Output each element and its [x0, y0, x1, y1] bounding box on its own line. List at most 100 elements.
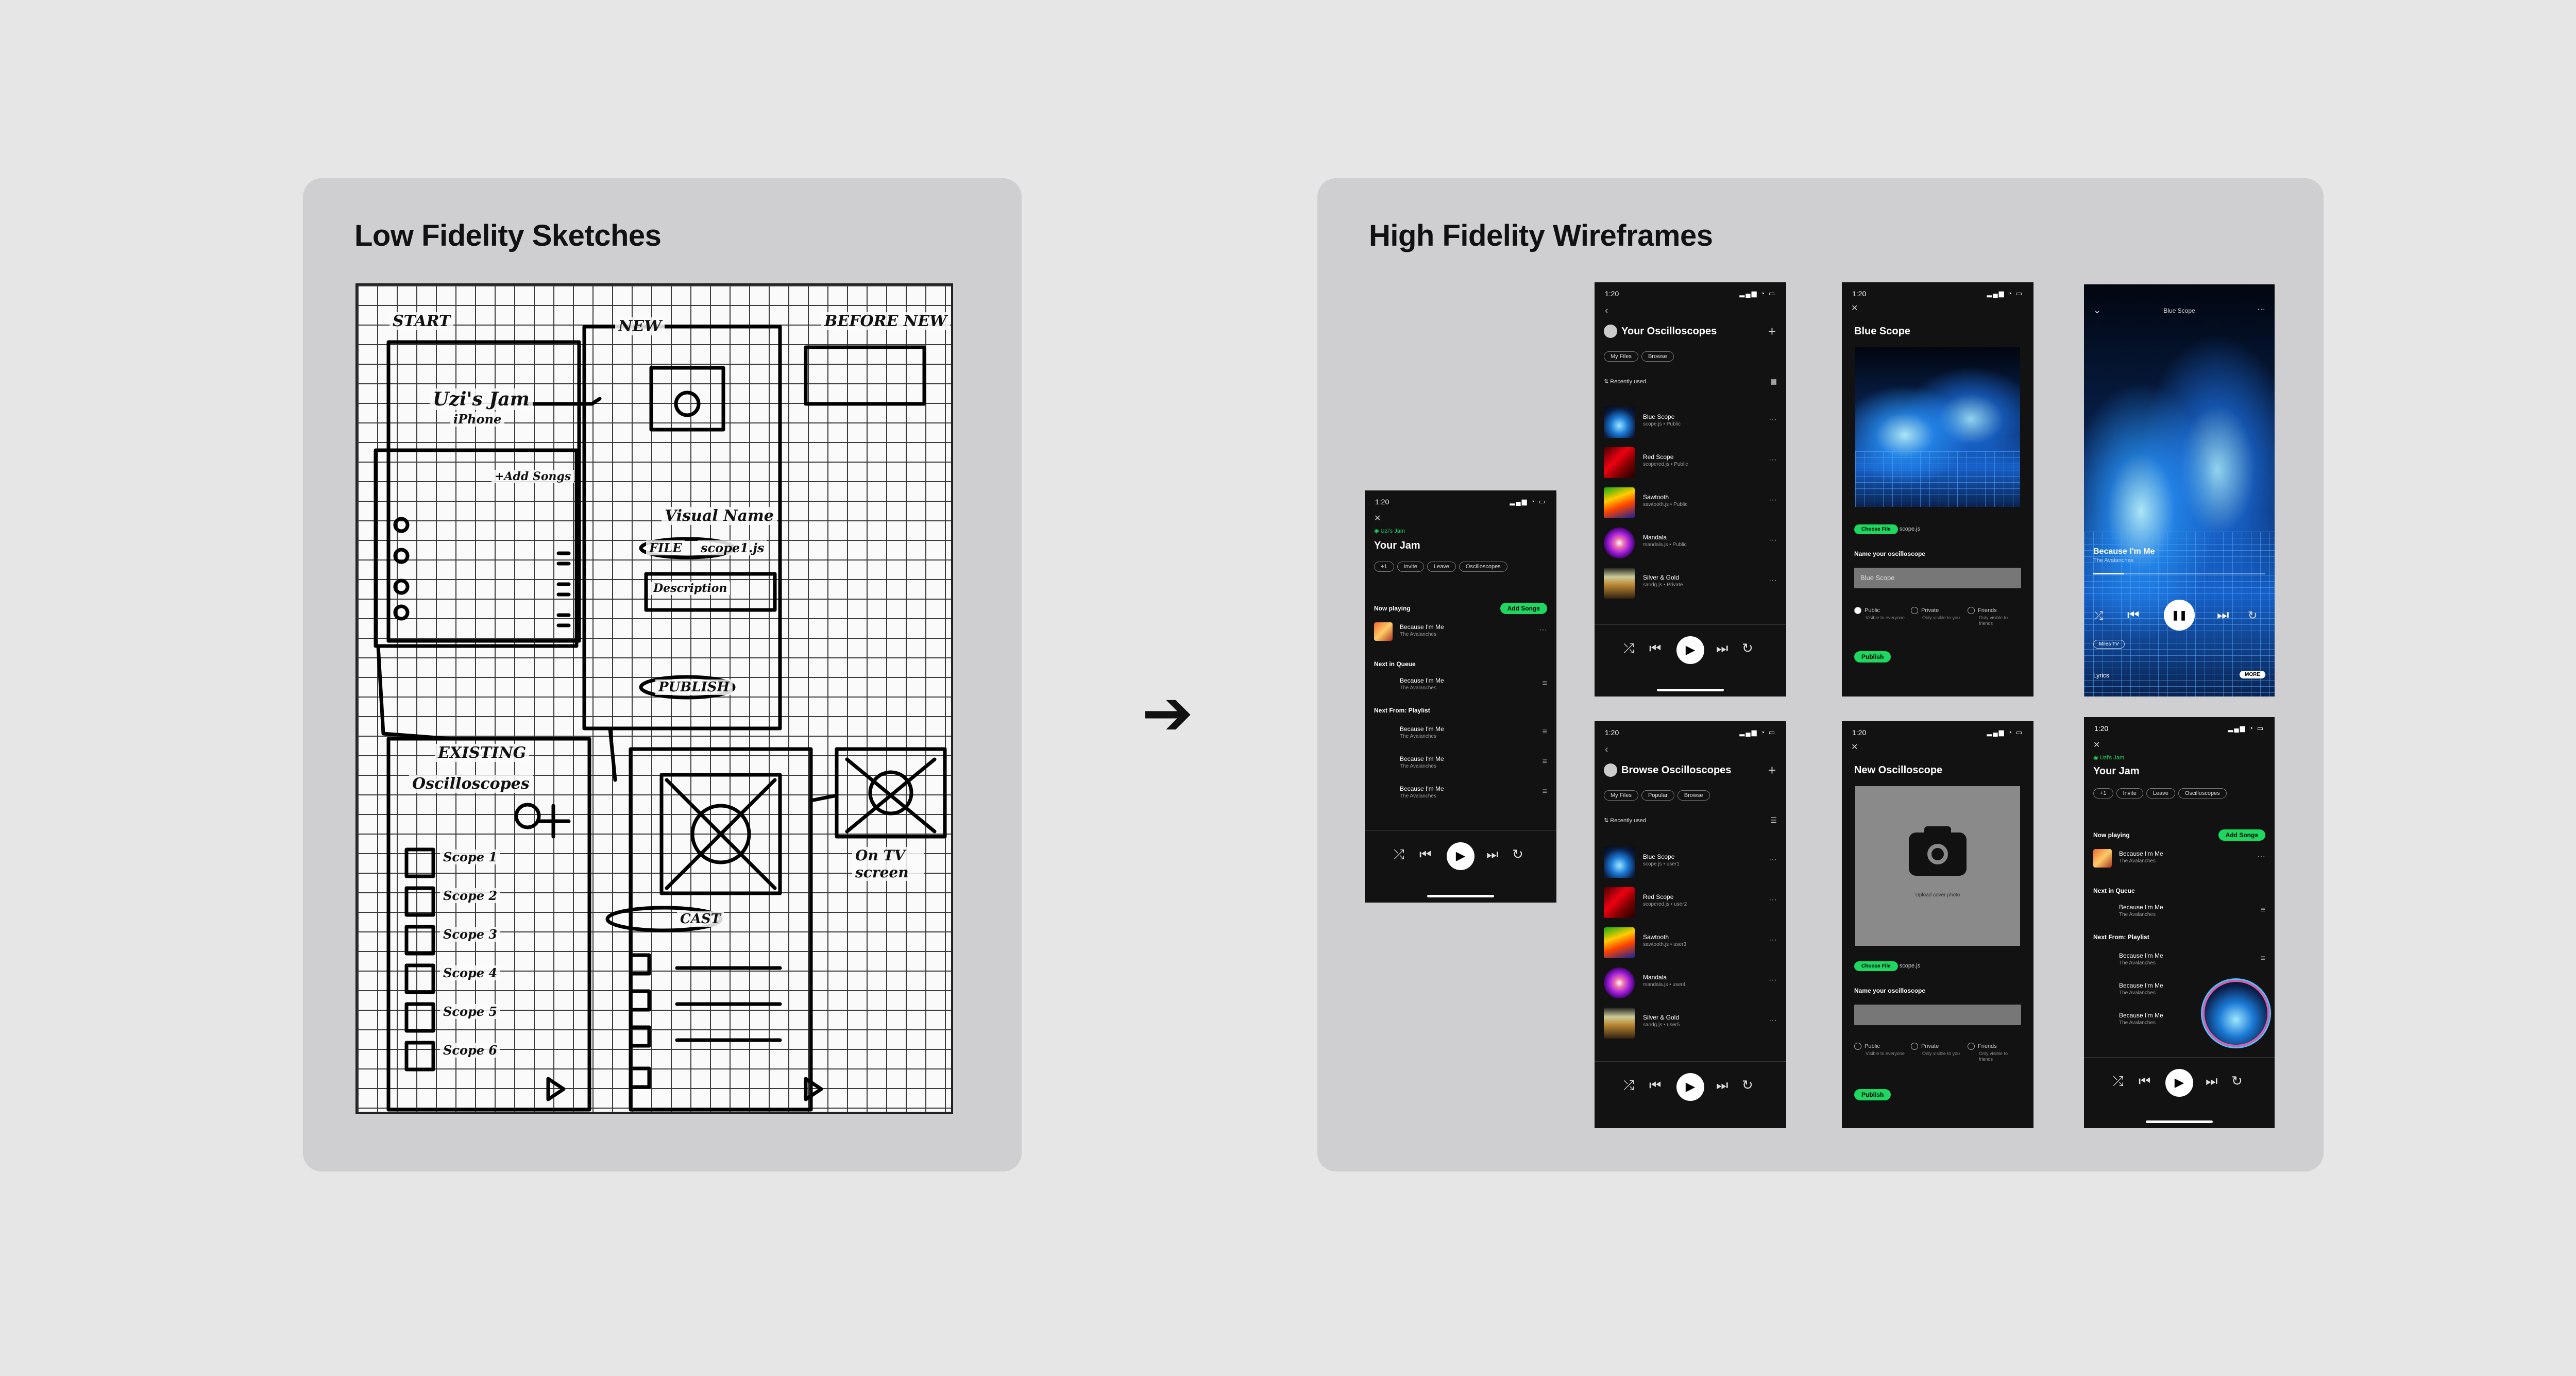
- list-item[interactable]: Mandala mandala.js • user4 ···: [1604, 967, 1777, 998]
- friends-radio[interactable]: Friends Only visible to friends: [1968, 607, 2021, 626]
- list-item[interactable]: Silver & Gold sandg.js • Private ···: [1604, 568, 1777, 599]
- drag-handle-icon[interactable]: ≡: [1543, 787, 1547, 796]
- list-item[interactable]: Because I'm Me The Avalanches ≡: [1374, 752, 1547, 775]
- previous-icon[interactable]: ⏮: [1419, 846, 1431, 863]
- list-item[interactable]: Silver & Gold sandg.js • user5 ···: [1604, 1008, 1777, 1039]
- shuffle-icon[interactable]: ⤮: [2094, 609, 2104, 622]
- repeat-icon[interactable]: ↻: [1742, 640, 1753, 656]
- previous-icon[interactable]: ⏮: [1649, 1077, 1661, 1094]
- chip-participants[interactable]: +1: [2093, 788, 2113, 799]
- choose-file-button[interactable]: Choose File: [1854, 961, 1898, 971]
- play-button[interactable]: ▶: [1676, 636, 1704, 664]
- chip-invite[interactable]: Invite: [2116, 788, 2143, 799]
- pause-button[interactable]: ❚❚: [2164, 600, 2195, 631]
- shuffle-icon[interactable]: ⤮: [1394, 846, 1404, 863]
- device-chip[interactable]: Miles TV: [2093, 640, 2125, 649]
- chip-oscilloscopes[interactable]: Oscilloscopes: [2178, 788, 2227, 799]
- list-item[interactable]: Sawtooth sawtooth.js • Public ···: [1604, 487, 1777, 518]
- more-button[interactable]: MORE: [2240, 671, 2265, 678]
- drag-handle-icon[interactable]: ≡: [1543, 679, 1547, 688]
- more-icon[interactable]: ···: [1769, 855, 1777, 864]
- next-icon[interactable]: ⏭: [1716, 1077, 1728, 1094]
- list-item[interactable]: Because I'm Me The Avalanches ···: [2093, 847, 2265, 870]
- avatar[interactable]: [1604, 763, 1617, 777]
- chip-browse[interactable]: Browse: [1641, 351, 1674, 362]
- more-icon[interactable]: ···: [1769, 1016, 1777, 1025]
- add-songs-button[interactable]: Add Songs: [1500, 603, 1547, 614]
- list-item[interactable]: Blue Scope scope.js • Public ···: [1604, 407, 1777, 438]
- friends-radio[interactable]: Friends Only visible to friends: [1968, 1043, 2021, 1062]
- publish-button[interactable]: Publish: [1854, 651, 1891, 662]
- add-icon[interactable]: +: [1768, 324, 1776, 339]
- name-field[interactable]: Blue Scope: [1854, 568, 2021, 588]
- chip-invite[interactable]: Invite: [1397, 562, 1424, 572]
- shuffle-icon[interactable]: ⤮: [1623, 640, 1634, 657]
- next-icon[interactable]: ⏭: [2217, 607, 2229, 623]
- next-icon[interactable]: ⏭: [2206, 1073, 2217, 1090]
- chip-my-files[interactable]: My Files: [1604, 351, 1638, 362]
- play-button[interactable]: ▶: [1676, 1073, 1704, 1101]
- private-radio[interactable]: Private Only visible to you: [1911, 1043, 1960, 1057]
- close-icon[interactable]: ✕: [1851, 742, 1858, 752]
- shuffle-icon[interactable]: ⤮: [1623, 1077, 1634, 1094]
- list-item[interactable]: Red Scope scopered.js • Public ···: [1604, 447, 1777, 478]
- chip-oscilloscopes[interactable]: Oscilloscopes: [1459, 562, 1507, 572]
- close-icon[interactable]: ✕: [1374, 513, 1381, 523]
- grid-view-icon[interactable]: ▦: [1770, 377, 1777, 386]
- chip-leave[interactable]: Leave: [1427, 562, 1456, 572]
- list-item[interactable]: Because I'm Me The Avalanches ≡: [2093, 949, 2265, 972]
- drag-handle-icon[interactable]: ≡: [1543, 757, 1547, 767]
- more-icon[interactable]: ···: [2257, 852, 2265, 861]
- next-icon[interactable]: ⏭: [1486, 846, 1498, 863]
- add-icon[interactable]: +: [1768, 762, 1776, 778]
- play-button[interactable]: ▶: [1447, 842, 1475, 870]
- cover-upload[interactable]: Upload cover photo: [1855, 786, 2020, 946]
- more-icon[interactable]: ···: [1769, 895, 1777, 905]
- back-icon[interactable]: ‹: [1605, 744, 1608, 756]
- more-icon[interactable]: ···: [1769, 415, 1777, 424]
- list-item[interactable]: Blue Scope scope.js • user1 ···: [1604, 847, 1777, 878]
- name-field[interactable]: [1854, 1005, 2021, 1025]
- avatar[interactable]: [1604, 325, 1617, 338]
- previous-icon[interactable]: ⏮: [2139, 1073, 2150, 1090]
- floating-scope-preview[interactable]: [2202, 980, 2269, 1047]
- close-icon[interactable]: ✕: [1851, 303, 1858, 313]
- more-icon[interactable]: ···: [1539, 625, 1547, 635]
- add-songs-button[interactable]: Add Songs: [2218, 829, 2265, 841]
- chip-participants[interactable]: +1: [1374, 562, 1394, 572]
- sort-control[interactable]: ⇅ Recently used: [1604, 817, 1646, 824]
- more-icon[interactable]: ···: [1769, 455, 1777, 465]
- chip-browse[interactable]: Browse: [1677, 790, 1710, 801]
- shuffle-icon[interactable]: ⤮: [2113, 1073, 2124, 1090]
- drag-handle-icon[interactable]: ≡: [2261, 906, 2265, 915]
- list-item[interactable]: Because I'm Me The Avalanches ≡: [2093, 901, 2265, 923]
- sort-control[interactable]: ⇅ Recently used: [1604, 378, 1646, 385]
- list-item[interactable]: Sawtooth sawtooth.js • user3 ···: [1604, 927, 1777, 958]
- choose-file-button[interactable]: Choose File: [1854, 524, 1898, 534]
- chip-my-files[interactable]: My Files: [1604, 790, 1638, 801]
- more-icon[interactable]: ···: [1769, 976, 1777, 985]
- chip-leave[interactable]: Leave: [2146, 788, 2175, 799]
- private-radio[interactable]: Private Only visible to you: [1911, 607, 1960, 621]
- repeat-icon[interactable]: ↻: [2248, 609, 2257, 622]
- more-icon[interactable]: ···: [1769, 496, 1777, 505]
- list-item[interactable]: Red Scope scopered.js • user2 ···: [1604, 887, 1777, 918]
- lyrics-label[interactable]: Lyrics: [2093, 672, 2109, 679]
- public-radio[interactable]: Public Visible to everyone: [1854, 607, 1905, 621]
- previous-icon[interactable]: ⏮: [2127, 607, 2139, 623]
- drag-handle-icon[interactable]: ≡: [2261, 954, 2265, 963]
- list-item[interactable]: Because I'm Me The Avalanches ···: [1374, 620, 1547, 643]
- close-icon[interactable]: ✕: [2093, 740, 2100, 750]
- repeat-icon[interactable]: ↻: [2231, 1073, 2243, 1089]
- more-icon[interactable]: ···: [1769, 576, 1777, 585]
- chip-popular[interactable]: Popular: [1641, 790, 1674, 801]
- repeat-icon[interactable]: ↻: [1742, 1077, 1753, 1093]
- play-button[interactable]: ▶: [2165, 1069, 2193, 1097]
- repeat-icon[interactable]: ↻: [1512, 846, 1523, 862]
- list-item[interactable]: Mandala mandala.js • Public ···: [1604, 528, 1777, 558]
- more-icon[interactable]: ···: [1769, 936, 1777, 945]
- list-item[interactable]: Because I'm Me The Avalanches ≡: [1374, 722, 1547, 745]
- next-icon[interactable]: ⏭: [1716, 640, 1728, 657]
- list-item[interactable]: Because I'm Me The Avalanches ≡: [1374, 782, 1547, 805]
- drag-handle-icon[interactable]: ≡: [1543, 727, 1547, 737]
